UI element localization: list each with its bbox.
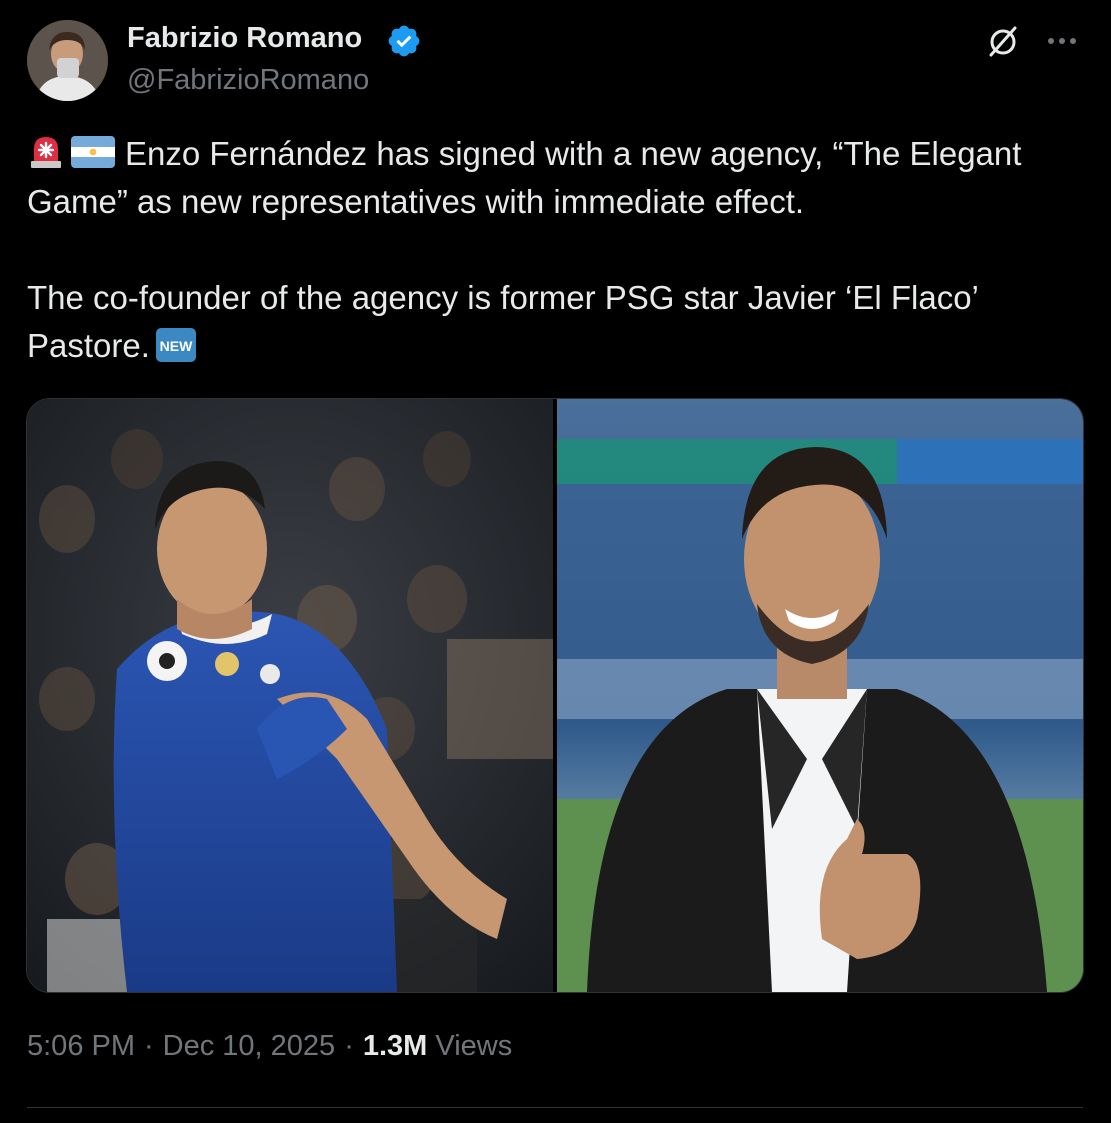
new-button-icon: NEW xyxy=(155,328,196,362)
media-grid[interactable] xyxy=(26,398,1084,993)
avatar-image xyxy=(27,20,108,101)
siren-icon xyxy=(31,137,61,168)
more-options-icon[interactable] xyxy=(1044,30,1080,52)
divider xyxy=(27,1107,1083,1108)
views-label: Views xyxy=(435,1030,513,1062)
handle[interactable]: @FabrizioRomano xyxy=(127,64,369,97)
tweet-date: Dec 10, 2025 xyxy=(162,1030,336,1062)
tweet-paragraph-1: Enzo Fernández has signed with a new age… xyxy=(27,130,1087,226)
tweet-meta: 5:06 PM · Dec 10, 2025 · 1.3M Views xyxy=(27,1030,512,1063)
grok-icon[interactable] xyxy=(985,23,1021,59)
meta-separator: · xyxy=(344,1030,354,1062)
verified-badge-icon xyxy=(388,25,420,57)
tweet-paragraph-2: The co-founder of the agency is former P… xyxy=(27,274,1087,370)
tweet-time[interactable]: 5:06 PM · Dec 10, 2025 xyxy=(27,1030,335,1062)
javier-pastore-photo[interactable] xyxy=(557,399,1083,992)
enzo-fernandez-photo[interactable] xyxy=(27,399,553,992)
tweet-line-1: Enzo Fernández has signed with a new age… xyxy=(27,135,1022,220)
views-count: 1.3M xyxy=(362,1030,428,1062)
avatar[interactable] xyxy=(27,20,108,101)
meta-separator: · xyxy=(144,1030,154,1062)
tweet-time-value: 5:06 PM xyxy=(27,1030,135,1062)
tweet-text: Enzo Fernández has signed with a new age… xyxy=(27,130,1087,370)
new-emoji-label: NEW xyxy=(160,338,193,354)
display-name[interactable]: Fabrizio Romano xyxy=(127,22,362,55)
argentina-flag-icon xyxy=(71,136,115,168)
